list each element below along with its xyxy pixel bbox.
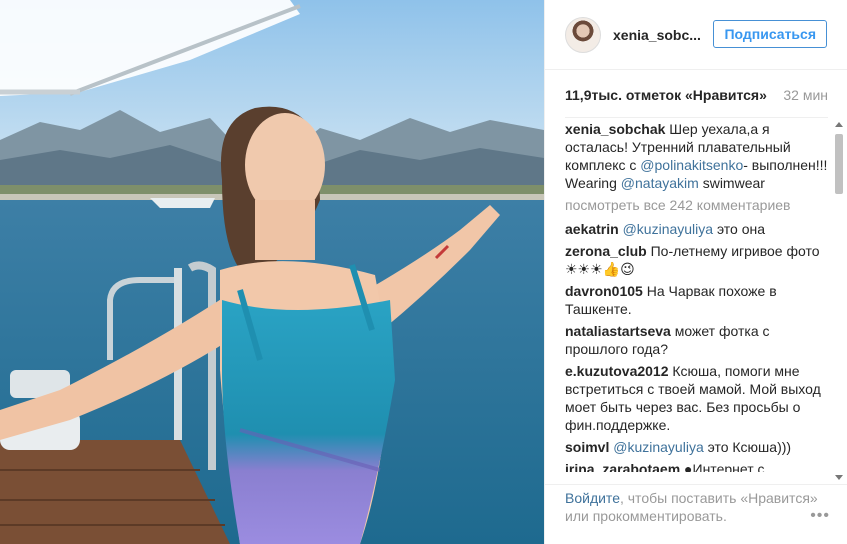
post-header: xenia_sobc... Подписаться [545, 0, 847, 70]
scroll-thumb[interactable] [835, 134, 843, 194]
comment-text: это она [713, 221, 766, 237]
caption-text: swimwear [698, 175, 765, 191]
post-time[interactable]: 32 мин [783, 87, 828, 103]
comment-user[interactable]: aekatrin [565, 221, 619, 237]
post-photo[interactable] [0, 0, 544, 544]
view-all-comments-link[interactable]: посмотреть все 242 комментариев [565, 196, 828, 214]
comment-item: zerona_club По-летнему игривое фото ☀☀☀👍… [565, 242, 828, 278]
comment-user[interactable]: nataliastartseva [565, 323, 671, 339]
comment-item: aekatrin @kuzinayuliya это она [565, 220, 828, 238]
comment-user[interactable]: e.kuzutova2012 [565, 363, 669, 379]
post-stats: 11,9тыс. отметок «Нравится» 32 мин [565, 82, 828, 118]
scroll-down-arrow-icon[interactable] [835, 475, 843, 480]
post-footer: Войдите, чтобы поставить «Нравится» или … [545, 484, 847, 544]
mention-link[interactable]: @kuzinayuliya [613, 439, 703, 455]
mention-link[interactable]: @polinakitsenko [640, 157, 743, 173]
mention-link[interactable]: @kuzinayuliya [623, 221, 713, 237]
follow-button[interactable]: Подписаться [713, 20, 827, 48]
comment-text: это Ксюша))) [703, 439, 792, 455]
avatar[interactable] [565, 16, 601, 53]
scroll-up-arrow-icon[interactable] [835, 122, 843, 127]
comment-item: e.kuzutova2012 Ксюша, помоги мне встрети… [565, 362, 828, 434]
post-side-panel: xenia_sobc... Подписаться 11,9тыс. отмет… [544, 0, 847, 544]
comments-scrollbar[interactable] [833, 122, 845, 480]
likes-count[interactable]: 11,9тыс. отметок «Нравится» [565, 87, 767, 103]
comment-item: soimvl @kuzinayuliya это Ксюша))) [565, 438, 828, 456]
comment-user[interactable]: irina_zarabotaem [565, 461, 680, 472]
comment-list[interactable]: xenia_sobchak Шер уехала,а я осталась! У… [565, 120, 828, 472]
more-options-icon[interactable]: ••• [810, 507, 830, 525]
comment-user[interactable]: soimvl [565, 439, 609, 455]
comment-item: irina_zarabotaem ●Интернет с [565, 460, 828, 472]
comment-user[interactable]: davron0105 [565, 283, 643, 299]
mention-link[interactable]: @natayakim [621, 175, 699, 191]
comment-text: ●Интернет с [680, 461, 765, 472]
post-image [0, 0, 544, 544]
comment-user[interactable]: zerona_club [565, 243, 647, 259]
comment-item: nataliastartseva может фотка с прошлого … [565, 322, 828, 358]
username-link[interactable]: xenia_sobc... [613, 27, 701, 43]
caption: xenia_sobchak Шер уехала,а я осталась! У… [565, 120, 828, 192]
login-link[interactable]: Войдите [565, 490, 620, 506]
caption-user[interactable]: xenia_sobchak [565, 121, 665, 137]
comment-item: davron0105 На Чарвак похоже в Ташкенте. [565, 282, 828, 318]
